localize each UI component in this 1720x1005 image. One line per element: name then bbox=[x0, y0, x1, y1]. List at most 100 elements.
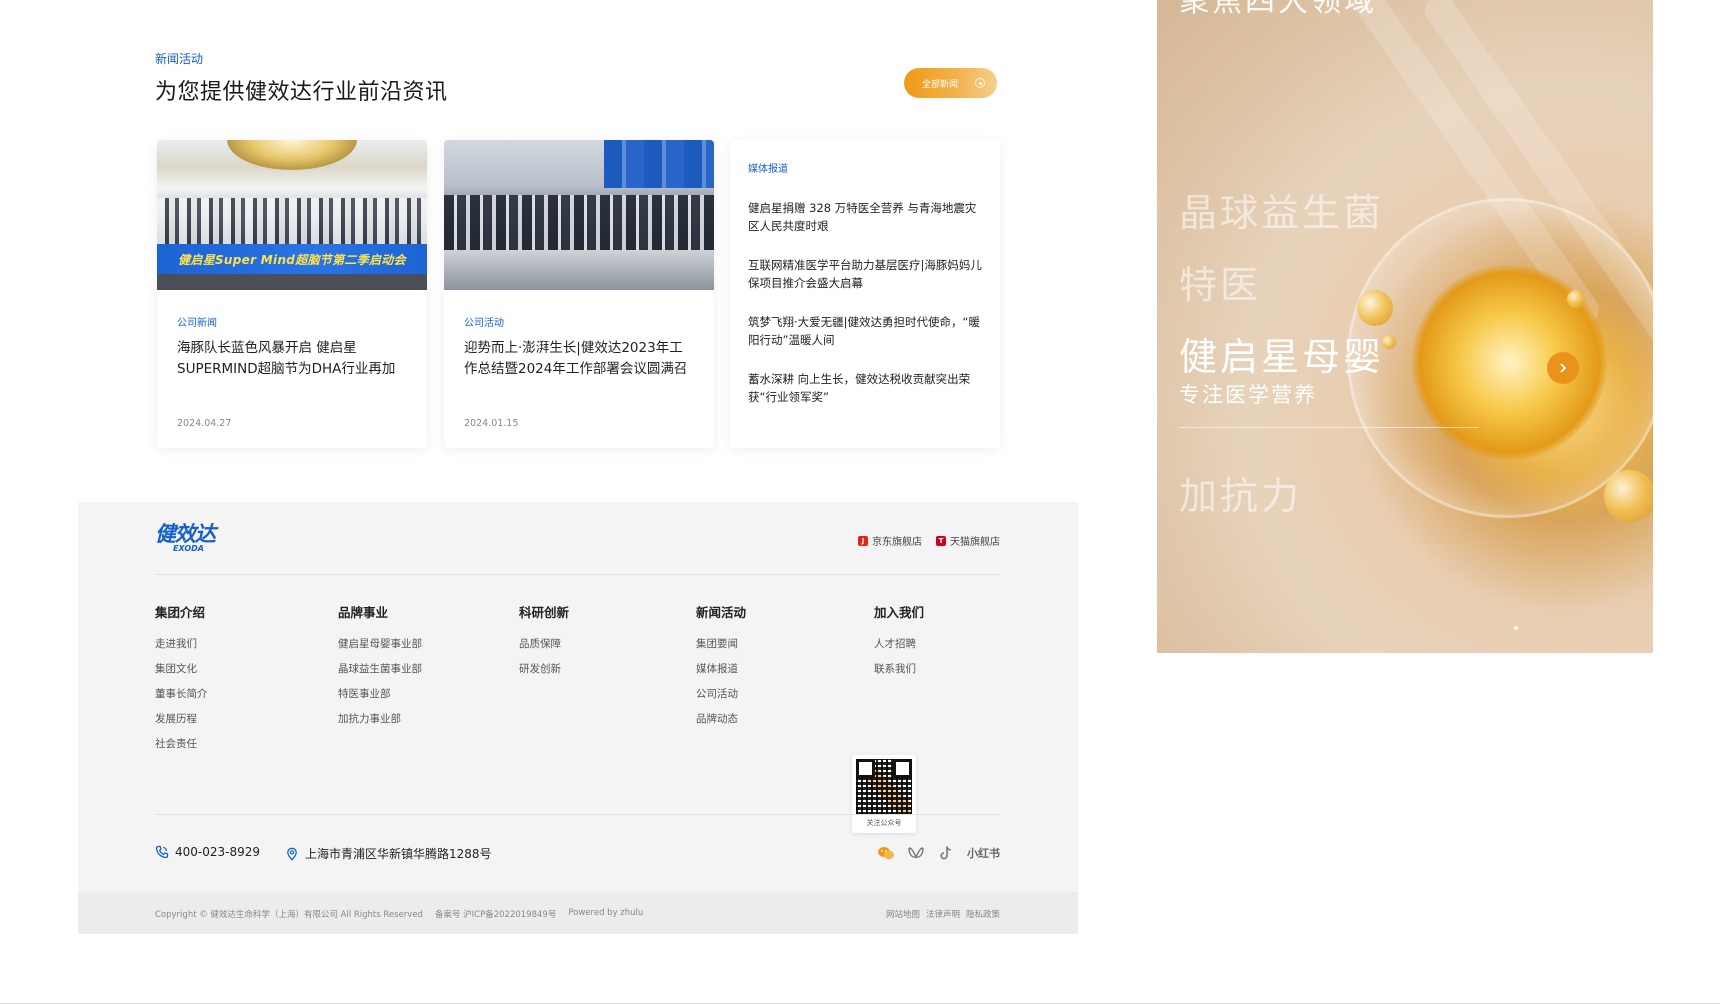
footer-link[interactable]: 特医事业部 bbox=[338, 687, 422, 702]
footer-link[interactable]: 社会责任 bbox=[155, 737, 208, 752]
logo-chinese: 健效达 bbox=[155, 522, 216, 546]
footer-bottom-bar: Copyright © 健效达生命科学（上海）有限公司 All Rights R… bbox=[78, 892, 1078, 934]
footer-link[interactable]: 加抗力事业部 bbox=[338, 712, 422, 727]
footer-divider bbox=[155, 574, 1000, 575]
news-section-title: 为您提供健效达行业前沿资讯 bbox=[155, 80, 448, 105]
footer-logo[interactable]: 健效达 EXODA bbox=[155, 522, 216, 553]
news-eyebrow: 新闻活动 bbox=[155, 52, 204, 66]
circle-dot-icon bbox=[975, 78, 985, 88]
news-card-2[interactable]: 公司活动 迎势而上·澎湃生长|健效达2023年工作总结暨2024年工作部署会议圆… bbox=[444, 140, 714, 448]
news-card-1[interactable]: 健启星Super Mind超脑节第二季启动会 公司新闻 海豚队长蓝色风暴开启 健… bbox=[157, 140, 427, 448]
panel-item-probiotic[interactable]: 晶球益生菌 bbox=[1179, 182, 1384, 237]
weibo-link[interactable] bbox=[907, 845, 925, 861]
footer-link[interactable]: 晶球益生菌事业部 bbox=[338, 662, 422, 677]
news-card-tag: 公司活动 bbox=[464, 318, 504, 329]
footer-link[interactable]: 走进我们 bbox=[155, 637, 208, 652]
sitemap-link[interactable]: 网站地图 bbox=[886, 908, 920, 920]
footer-link[interactable]: 品牌动态 bbox=[696, 712, 746, 727]
media-report-item[interactable]: 互联网精准医学平台助力基层医疗|海豚妈妈儿保项目推介会盛大启幕 bbox=[748, 256, 982, 292]
footer-col-head[interactable]: 新闻活动 bbox=[696, 602, 746, 621]
all-news-button[interactable]: 全部新闻 bbox=[904, 68, 997, 98]
copyright-text: Copyright © 健效达生命科学（上海）有限公司 All Rights R… bbox=[155, 910, 423, 920]
privacy-policy-link[interactable]: 隐私政策 bbox=[966, 908, 1000, 920]
footer-col-news: 新闻活动 集团要闻 媒体报道 公司活动 品牌动态 bbox=[696, 602, 746, 737]
footer-link[interactable]: 发展历程 bbox=[155, 712, 208, 727]
footer-link[interactable]: 媒体报道 bbox=[696, 662, 746, 677]
footer-col-join: 加入我们 人才招聘 联系我们 bbox=[874, 602, 924, 687]
weibo-icon bbox=[908, 847, 924, 859]
footer-col-brands: 品牌事业 健启星母婴事业部 晶球益生菌事业部 特医事业部 加抗力事业部 bbox=[338, 602, 422, 737]
panel-top-heading: 聚焦四大领域 bbox=[1179, 0, 1377, 19]
panel-item-medical-food[interactable]: 特医 bbox=[1179, 254, 1261, 309]
social-links: 小红书 bbox=[877, 845, 1000, 861]
footer-link[interactable]: 董事长简介 bbox=[155, 687, 208, 702]
chevron-right-icon bbox=[1560, 363, 1567, 373]
store-links: J 京东旗舰店 T 天猫旗舰店 bbox=[858, 533, 1000, 548]
icp-text[interactable]: 备案号 沪ICP备2022019849号 bbox=[435, 908, 556, 920]
page-bottom-border bbox=[0, 1003, 1720, 1004]
panel-next-button[interactable] bbox=[1547, 352, 1579, 384]
wechat-qr-card: 关注公众号 bbox=[852, 755, 916, 833]
media-report-tag: 媒体报道 bbox=[748, 164, 788, 175]
news-card-2-photo bbox=[444, 140, 714, 290]
news-card-tag: 公司新闻 bbox=[177, 318, 217, 329]
footer-phone[interactable]: 400-023-8929 bbox=[155, 845, 260, 859]
footer-col-head[interactable]: 科研创新 bbox=[519, 602, 569, 621]
wechat-link[interactable] bbox=[877, 845, 895, 861]
media-report-item[interactable]: 蓄水深耕 向上生长，健效达税收贡献突出荣获“行业领军奖” bbox=[748, 370, 982, 406]
footer-col-head[interactable]: 集团介绍 bbox=[155, 602, 208, 621]
qr-code bbox=[856, 759, 912, 815]
media-report-item[interactable]: 健启星捐赠 328 万特医全营养 与青海地震灾区人民共度时艰 bbox=[748, 199, 982, 235]
panel-item-maternal-infant[interactable]: 健启星母婴 bbox=[1179, 326, 1384, 381]
footer-link[interactable]: 集团要闻 bbox=[696, 637, 746, 652]
xiaohongshu-icon: 小红书 bbox=[967, 847, 1000, 860]
tmall-store-label: 天猫旗舰店 bbox=[950, 537, 1000, 548]
panel-indicator-dot[interactable] bbox=[1514, 626, 1518, 630]
all-news-button-label: 全部新闻 bbox=[922, 79, 959, 90]
panel-divider bbox=[1179, 427, 1479, 428]
news-card-headline[interactable]: 海豚队长蓝色风暴开启 健启星SUPERMIND超脑节为DHA行业再加速 bbox=[177, 338, 407, 382]
douyin-icon bbox=[940, 846, 951, 860]
footer-divider bbox=[155, 814, 1000, 815]
tmall-store-link[interactable]: T 天猫旗舰店 bbox=[936, 533, 1000, 548]
news-card-1-banner-text: 健启星Super Mind超脑节第二季启动会 bbox=[178, 252, 406, 267]
footer-address: 上海市青浦区华新镇华腾路1288号 bbox=[285, 845, 492, 862]
news-card-date: 2024.04.27 bbox=[177, 418, 232, 429]
address-text: 上海市青浦区华新镇华腾路1288号 bbox=[305, 847, 492, 861]
site-footer: 健效达 EXODA J 京东旗舰店 T 天猫旗舰店 集团介绍 走进我们 集团文化… bbox=[78, 502, 1078, 934]
wechat-icon bbox=[878, 847, 894, 860]
panel-item-subtitle: 专注医学营养 bbox=[1179, 383, 1317, 407]
footer-col-research: 科研创新 品质保障 研发创新 bbox=[519, 602, 569, 687]
footer-link[interactable]: 集团文化 bbox=[155, 662, 208, 677]
news-card-headline[interactable]: 迎势而上·澎湃生长|健效达2023年工作总结暨2024年工作部署会议圆满召开 bbox=[464, 338, 694, 382]
qr-caption: 关注公众号 bbox=[866, 819, 902, 827]
phone-number: 400-023-8929 bbox=[175, 845, 261, 859]
jd-store-link[interactable]: J 京东旗舰店 bbox=[858, 533, 922, 548]
footer-link[interactable]: 研发创新 bbox=[519, 662, 569, 677]
product-showcase-panel: 聚焦四大领域 晶球益生菌 特医 健启星母婴 专注医学营养 加抗力 bbox=[1157, 0, 1653, 653]
news-card-date: 2024.01.15 bbox=[464, 418, 519, 429]
tmall-icon: T bbox=[936, 535, 946, 546]
location-pin-icon bbox=[287, 847, 297, 861]
jd-store-label: 京东旗舰店 bbox=[872, 537, 922, 548]
news-card-1-photo: 健启星Super Mind超脑节第二季启动会 bbox=[157, 140, 427, 290]
legal-notice-link[interactable]: 法律声明 bbox=[926, 908, 960, 920]
footer-col-group: 集团介绍 走进我们 集团文化 董事长简介 发展历程 社会责任 bbox=[155, 602, 208, 762]
xiaohongshu-link[interactable]: 小红书 bbox=[967, 845, 1000, 861]
jd-icon: J bbox=[858, 535, 868, 546]
legal-links: 网站地图 法律声明 隐私政策 bbox=[886, 908, 1000, 920]
footer-link[interactable]: 公司活动 bbox=[696, 687, 746, 702]
footer-col-head[interactable]: 加入我们 bbox=[874, 602, 924, 621]
footer-link[interactable]: 人才招聘 bbox=[874, 637, 924, 652]
footer-link[interactable]: 联系我们 bbox=[874, 662, 924, 677]
powered-by-text[interactable]: Powered by zhulu bbox=[568, 908, 643, 920]
panel-item-jiakangli[interactable]: 加抗力 bbox=[1179, 465, 1302, 520]
phone-icon bbox=[155, 845, 169, 859]
footer-link[interactable]: 健启星母婴事业部 bbox=[338, 637, 422, 652]
media-report-item[interactable]: 筑梦飞翔·大爱无疆|健效达勇担时代使命，“暖阳行动”温暖人间 bbox=[748, 313, 982, 349]
media-report-card: 媒体报道 健启星捐赠 328 万特医全营养 与青海地震灾区人民共度时艰 互联网精… bbox=[730, 140, 1000, 448]
footer-col-head[interactable]: 品牌事业 bbox=[338, 602, 422, 621]
copyright-block: Copyright © 健效达生命科学（上海）有限公司 All Rights R… bbox=[155, 908, 643, 920]
douyin-link[interactable] bbox=[937, 845, 955, 861]
footer-link[interactable]: 品质保障 bbox=[519, 637, 569, 652]
